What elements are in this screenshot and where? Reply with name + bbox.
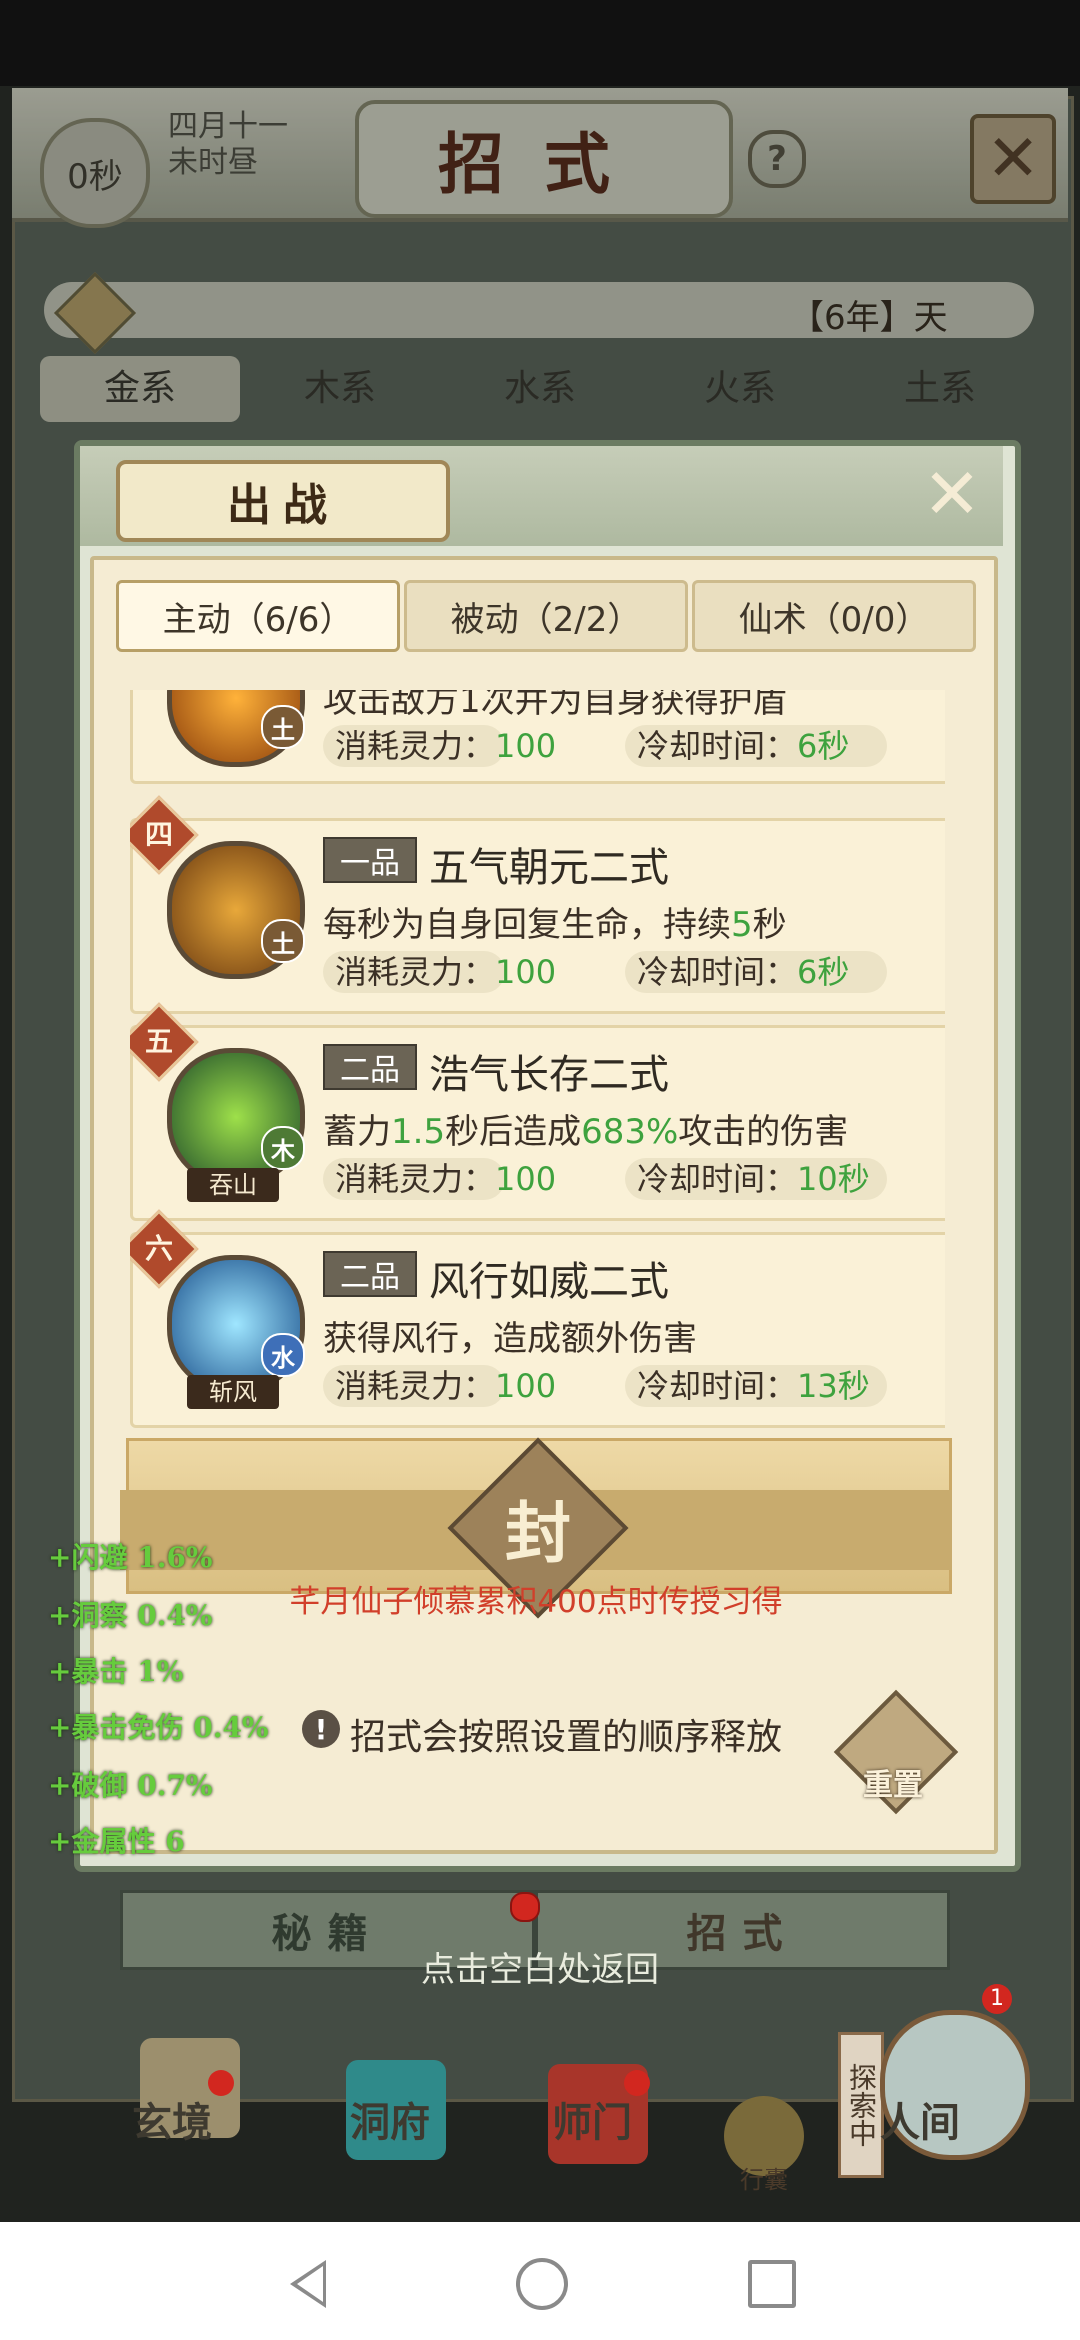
order-hint: 招式会按照设置的顺序释放 <box>350 1717 783 1758</box>
skill-row[interactable]: 四 土 一品 五气朝元二式 每秒为自身回复生命，持续5秒 消耗灵力：100 冷却… <box>130 795 945 1014</box>
nav-world[interactable]: 人间 <box>880 2090 960 2148</box>
order-number: 六 <box>144 1232 173 1265</box>
skill-description: 每秒为自身回复生命，持续5秒 <box>323 905 787 945</box>
nav-realm[interactable]: 玄境 <box>132 2090 212 2148</box>
notification-dot <box>510 1892 540 1922</box>
modal-title: 出战 <box>116 460 450 542</box>
tap-to-return-hint[interactable]: 点击空白处返回 <box>0 1942 1080 1991</box>
skill-icon-caption: 斩风 <box>187 1375 279 1409</box>
skill-row[interactable]: 六 水 斩风 二品 风行如威二式 获得风行，造成额外伤害 消耗灵力：100 冷却… <box>130 1209 945 1428</box>
element-icon: 土 <box>261 705 305 749</box>
tab-immortal-arts[interactable]: 仙术（0/0） <box>692 580 976 652</box>
grade-tag: 一品 <box>323 837 417 883</box>
skill-icon-caption: 吞山 <box>187 1168 279 1202</box>
skill-list[interactable]: 土 攻击敌方1次并为自身获得护盾 消耗灵力：100 冷却时间：6秒 四 土 一品… <box>130 690 945 1430</box>
skill-row[interactable]: 土 攻击敌方1次并为自身获得护盾 消耗灵力：100 冷却时间：6秒 <box>130 690 945 784</box>
tab-active-skills[interactable]: 主动（6/6） <box>116 580 400 652</box>
skill-name: 浩气长存二式 <box>429 1052 669 1098</box>
cost-stat: 消耗灵力：100 <box>323 951 556 993</box>
tab-passive-skills[interactable]: 被动（2/2） <box>404 580 688 652</box>
buff-line: +金属性 6 <box>48 1825 185 1858</box>
buff-line: +破御 0.7% <box>48 1769 213 1802</box>
seal-icon: 封 <box>505 1494 571 1572</box>
info-icon: ! <box>302 1710 340 1748</box>
recents-icon[interactable] <box>748 2260 796 2308</box>
skill-description: 蓄力1.5秒后造成683%攻击的伤害 <box>323 1112 849 1152</box>
count-badge: 1 <box>982 1984 1012 2014</box>
grade-tag: 二品 <box>323 1251 417 1297</box>
cooldown-stat: 冷却时间：10秒 <box>625 1158 887 1200</box>
buff-line: +暴击 1% <box>48 1655 184 1688</box>
buff-line: +洞察 0.4% <box>48 1599 213 1632</box>
element-icon: 木 <box>261 1126 305 1170</box>
cooldown-stat: 冷却时间：6秒 <box>625 951 887 993</box>
reset-label[interactable]: 重置 <box>845 1760 941 1804</box>
back-icon-inner <box>297 2266 323 2302</box>
element-icon: 土 <box>261 919 305 963</box>
skill-description: 攻击敌方1次并为自身获得护盾 <box>323 690 787 721</box>
nav-sect[interactable]: 师门 <box>552 2090 632 2148</box>
nav-cave[interactable]: 洞府 <box>350 2090 430 2148</box>
cooldown-stat: 冷却时间：6秒 <box>625 725 887 767</box>
skill-row[interactable]: 五 木 吞山 二品 浩气长存二式 蓄力1.5秒后造成683%攻击的伤害 消耗灵力… <box>130 1002 945 1221</box>
buff-line: +闪避 1.6% <box>48 1541 213 1574</box>
order-number: 四 <box>144 818 173 851</box>
modal-close-icon[interactable]: ✕ <box>920 453 984 535</box>
skill-name: 五气朝元二式 <box>429 845 669 891</box>
cost-stat: 消耗灵力：100 <box>323 725 556 767</box>
nav-bag[interactable]: 行囊 <box>740 2160 788 2195</box>
unlock-condition: 芊月仙子倾慕累积400点时传授习得 <box>289 1584 783 1620</box>
buff-line: +暴击免伤 0.4% <box>48 1711 269 1744</box>
cooldown-stat: 冷却时间：13秒 <box>625 1365 887 1407</box>
grade-tag: 二品 <box>323 1044 417 1090</box>
cost-stat: 消耗灵力：100 <box>323 1158 556 1200</box>
element-icon: 水 <box>261 1333 305 1377</box>
skill-type-tabs: 主动（6/6） 被动（2/2） 仙术（0/0） <box>116 580 976 652</box>
exploring-tag: 探索中 <box>838 2032 884 2178</box>
home-icon[interactable] <box>516 2258 568 2310</box>
status-bar <box>0 0 1080 86</box>
skill-name: 风行如威二式 <box>429 1259 669 1305</box>
skill-description: 获得风行，造成额外伤害 <box>323 1319 697 1359</box>
cost-stat: 消耗灵力：100 <box>323 1365 556 1407</box>
order-number: 五 <box>144 1025 173 1058</box>
